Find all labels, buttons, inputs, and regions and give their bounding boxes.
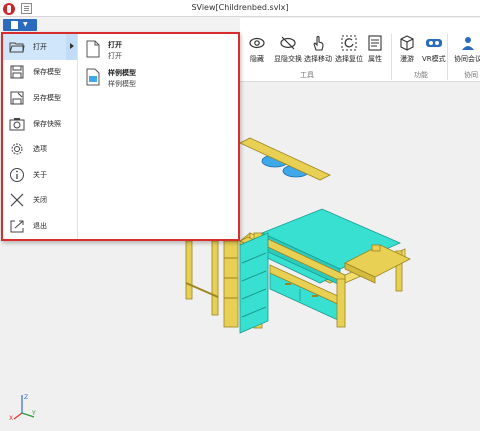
submenu-item-open-title: 打开 (108, 41, 122, 49)
tools-group-label: 工具 (300, 71, 314, 79)
roam-cube-icon (400, 35, 414, 51)
exit-icon (10, 220, 24, 233)
file-menu-items: 打开 保存模型 另存模型 保存快照 选项 关于 关闭 退出 (3, 34, 78, 239)
file-document-icon (11, 21, 18, 29)
menu-item-open-label: 打开 (33, 42, 47, 51)
function-group-label: 功能 (414, 71, 428, 79)
axis-y-label: Y (31, 410, 36, 417)
submenu-item-sample-model[interactable]: 样例模型 样例模型 (83, 66, 233, 92)
properties-button[interactable]: 属性 (366, 34, 384, 64)
hide-button[interactable]: 隐藏 (248, 34, 266, 64)
vr-mode-button[interactable]: VR模式 (422, 34, 446, 64)
menu-item-save-model-label: 保存模型 (33, 68, 61, 77)
axis-x-label: X (9, 415, 13, 421)
hide-button-label: 隐藏 (250, 55, 264, 63)
eye-slash-icon (280, 36, 296, 50)
menu-item-save-as[interactable]: 另存模型 (3, 85, 77, 111)
menu-item-save-snapshot[interactable]: 保存快照 (3, 111, 77, 137)
open-submenu: 打开 打开 样例模型 样例模型 (83, 38, 233, 94)
group-divider (447, 34, 448, 80)
menu-item-close[interactable]: 关闭 (3, 188, 77, 214)
menu-item-close-label: 关闭 (33, 196, 47, 205)
submenu-item-open-desc: 打开 (108, 52, 122, 60)
menu-item-save-as-label: 另存模型 (33, 93, 61, 102)
menu-item-options[interactable]: 选项 (3, 136, 77, 162)
menu-item-exit-label: 退出 (33, 221, 47, 230)
submenu-item-sample-model-desc: 样例模型 (108, 80, 136, 88)
group-divider (391, 34, 392, 80)
close-icon (10, 193, 24, 207)
axis-z-label: Z (24, 394, 28, 401)
collab-users-icon (462, 37, 474, 50)
open-folder-icon (9, 42, 25, 53)
select-move-button[interactable]: 选择移动 (304, 34, 332, 64)
ribbon: 隐藏 显隐交换 选择移动 选择复位 属性 工具 漫游 VR模式 功能 协同会议 … (240, 18, 480, 82)
select-reset-button[interactable]: 选择复位 (335, 34, 363, 64)
menu-item-open[interactable]: 打开 (3, 34, 77, 60)
roam-button[interactable]: 漫游 (398, 34, 416, 64)
collab-meeting-label: 协同会议 (454, 55, 480, 63)
gear-icon (11, 143, 23, 155)
vr-mode-label: VR模式 (422, 55, 446, 63)
title-bar: SView[Childrenbed.svlx] (0, 0, 480, 17)
menu-item-save-model[interactable]: 保存模型 (3, 60, 77, 86)
menu-item-exit[interactable]: 退出 (3, 213, 77, 239)
properties-label: 属性 (368, 55, 382, 63)
menu-item-about[interactable]: 关于 (3, 162, 77, 188)
roam-label: 漫游 (400, 55, 414, 63)
toggle-visibility-button[interactable]: 显隐交换 (274, 34, 302, 64)
hand-pointer-icon (313, 35, 324, 51)
camera-icon (9, 117, 25, 131)
menu-item-about-label: 关于 (33, 170, 47, 179)
submenu-item-open[interactable]: 打开 打开 (83, 38, 233, 64)
sample-model-icon (86, 68, 100, 86)
window-title: SView[Childrenbed.svlx] (191, 3, 289, 12)
save-model-icon (10, 65, 24, 79)
select-reset-label: 选择复位 (335, 55, 363, 63)
menu-item-save-snapshot-label: 保存快照 (33, 119, 61, 128)
collab-group-label: 协同 (464, 71, 478, 79)
file-menu-button[interactable]: ▼ (3, 19, 37, 31)
chevron-down-icon: ▼ (23, 21, 28, 28)
file-menu-dropdown: 打开 保存模型 另存模型 保存快照 选项 关于 关闭 退出 打开 打开 样例模型… (1, 32, 240, 241)
select-reset-icon (341, 35, 357, 51)
select-move-label: 选择移动 (304, 55, 332, 63)
document-icon (86, 40, 100, 58)
eye-icon (249, 37, 265, 49)
chevron-right-icon[interactable] (66, 34, 77, 60)
submenu-item-sample-model-title: 样例模型 (108, 69, 136, 77)
properties-icon (368, 35, 382, 51)
menu-item-options-label: 选项 (33, 145, 47, 154)
info-icon (10, 167, 24, 182)
collab-meeting-button[interactable]: 协同会议 (454, 34, 480, 64)
axis-triad: Z X Y (9, 394, 36, 421)
save-as-icon (10, 91, 24, 105)
vr-headset-icon (425, 39, 442, 47)
toggle-visibility-label: 显隐交换 (274, 55, 302, 63)
